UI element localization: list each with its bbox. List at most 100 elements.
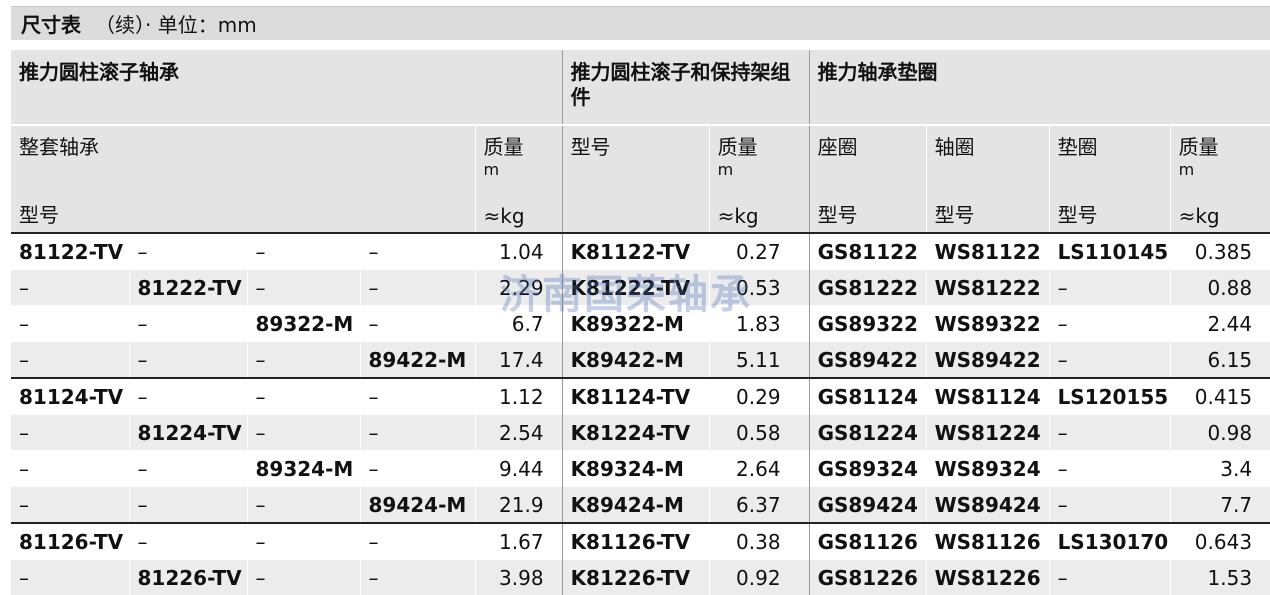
model-series-4: – [360,306,475,342]
model-series-4: 89422-M [360,342,475,379]
model-series-4: – [360,233,475,270]
table-row: ––89322-M–6.7K89322-M1.83GS89322WS89322–… [11,306,1270,342]
washer-mass: 0.98 [1170,415,1270,451]
group-roller-cage-assembly: 推力圆柱滚子和保持架组件 [562,50,809,125]
header-washer: 垫圈 型号 [1049,125,1170,233]
header-model-1: 型号 [19,199,59,228]
washer-mass: 0.88 [1170,270,1270,306]
housing-washer-model: GS81126 [809,523,926,560]
model-series-3: – [247,415,360,451]
washer-model: – [1049,487,1170,524]
title-main: 尺寸表 [21,9,81,38]
model-series-3: – [247,523,360,560]
housing-washer-model: GS89324 [809,451,926,487]
washer-mass: 0.385 [1170,233,1270,270]
table-title: 尺寸表 （续）· 单位：mm [11,6,1270,40]
washer-mass: 3.4 [1170,451,1270,487]
bearing-mass: 9.44 [475,451,562,487]
table-row: –––89424-M21.9K89424-M6.37GS89424WS89424… [11,487,1270,524]
model-series-1: 81124-TV [11,378,129,415]
model-series-1: 81122-TV [11,233,129,270]
model-series-4: – [360,523,475,560]
shaft-washer-model: WS89424 [926,487,1049,524]
washer-mass: 6.15 [1170,342,1270,379]
cage-mass: 0.53 [709,270,809,306]
housing-washer-model: GS81124 [809,378,926,415]
model-series-2: 81222-TV [129,270,247,306]
housing-washer-model: GS89422 [809,342,926,379]
shaft-washer-model: WS81226 [926,560,1049,595]
model-series-2: – [129,378,247,415]
model-series-1: – [11,306,129,342]
table-row: –81226-TV––3.98K81226-TV0.92GS81226WS812… [11,560,1270,595]
header-mass-1: 质量 m ≈kg [475,125,562,233]
group-thrust-cylindrical-roller-bearing: 推力圆柱滚子轴承 [11,50,562,125]
model-series-3: – [247,270,360,306]
washer-model: – [1049,560,1170,595]
cage-model: K89424-M [562,487,709,524]
model-series-1: 81126-TV [11,523,129,560]
shaft-washer-model: WS81222 [926,270,1049,306]
model-series-3: – [247,378,360,415]
cage-model: K89322-M [562,306,709,342]
cage-model: K89422-M [562,342,709,379]
cage-mass: 5.11 [709,342,809,379]
washer-model: – [1049,342,1170,379]
cage-mass: 0.38 [709,523,809,560]
washer-model: – [1049,451,1170,487]
group-bearing-washers: 推力轴承垫圈 [809,50,1270,125]
bearing-mass: 1.67 [475,523,562,560]
model-series-3: – [247,487,360,524]
washer-mass: 1.53 [1170,560,1270,595]
model-series-2: – [129,451,247,487]
shaft-washer-model: WS81224 [926,415,1049,451]
table-row: 81122-TV–––1.04K81122-TV0.27GS81122WS811… [11,233,1270,270]
housing-washer-model: GS89322 [809,306,926,342]
model-series-2: – [129,306,247,342]
header-full-set: 整套轴承 型号 [11,125,475,233]
cage-model: K89324-M [562,451,709,487]
cage-mass: 0.58 [709,415,809,451]
model-series-2: – [129,523,247,560]
header-mass-2: 质量 m ≈kg [709,125,809,233]
washer-model: LS110145 [1049,233,1170,270]
model-series-4: – [360,378,475,415]
model-series-1: – [11,451,129,487]
bearing-mass: 21.9 [475,487,562,524]
group-header-row: 推力圆柱滚子轴承 推力圆柱滚子和保持架组件 推力轴承垫圈 [11,50,1270,125]
model-series-4: – [360,415,475,451]
washer-model: – [1049,270,1170,306]
model-series-4: 89424-M [360,487,475,524]
bearing-mass: 6.7 [475,306,562,342]
cage-mass: 0.27 [709,233,809,270]
title-unit: （续）· 单位：mm [95,9,257,38]
model-series-4: – [360,270,475,306]
bearing-mass: 2.54 [475,415,562,451]
cage-model: K81224-TV [562,415,709,451]
washer-mass: 0.415 [1170,378,1270,415]
model-series-2: – [129,342,247,379]
housing-washer-model: GS89424 [809,487,926,524]
model-series-1: – [11,342,129,379]
cage-model: K81122-TV [562,233,709,270]
bearing-mass: 1.12 [475,378,562,415]
model-series-2: 81224-TV [129,415,247,451]
washer-mass: 0.643 [1170,523,1270,560]
model-series-4: – [360,560,475,595]
housing-washer-model: GS81226 [809,560,926,595]
table-row: 81124-TV–––1.12K81124-TV0.29GS81124WS811… [11,378,1270,415]
washer-model: LS120155 [1049,378,1170,415]
cage-model: K81222-TV [562,270,709,306]
washer-model: – [1049,306,1170,342]
table-row: 81126-TV–––1.67K81126-TV0.38GS81126WS811… [11,523,1270,560]
dimension-table: 推力圆柱滚子轴承 推力圆柱滚子和保持架组件 推力轴承垫圈 整套轴承 型号 质量 … [11,50,1270,595]
model-series-4: – [360,451,475,487]
housing-washer-model: GS81122 [809,233,926,270]
cage-mass: 6.37 [709,487,809,524]
cage-mass: 2.64 [709,451,809,487]
shaft-washer-model: WS81126 [926,523,1049,560]
bearing-mass: 1.04 [475,233,562,270]
model-series-1: – [11,415,129,451]
model-series-2: – [129,487,247,524]
cage-model: K81126-TV [562,523,709,560]
